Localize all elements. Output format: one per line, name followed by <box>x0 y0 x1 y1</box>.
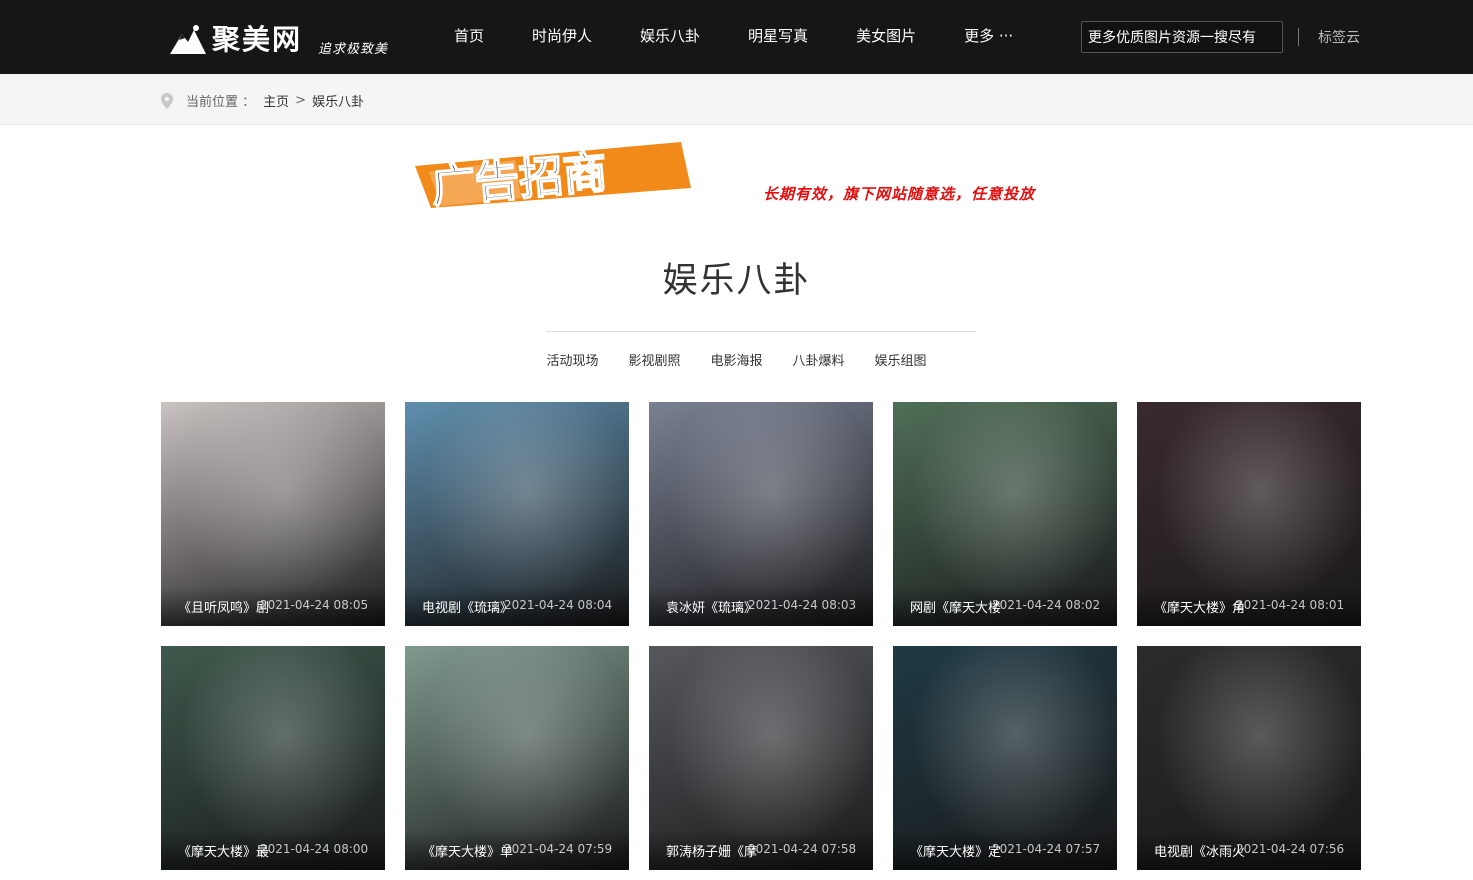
title-divider <box>546 331 976 332</box>
nav-item-beauty-pictures[interactable]: 美女图片 <box>832 0 940 74</box>
site-logo[interactable]: 聚美网 追求极致美 <box>168 18 396 60</box>
mountain-logo-icon <box>170 25 206 54</box>
ad-banner[interactable]: 广告招商 长期有效，旗下网站随意选，任意投放 <box>405 128 1115 220</box>
logo-text: 聚美网 <box>212 23 303 56</box>
ad-headline-text: 广告招商 <box>429 147 609 208</box>
logo-tagline: 追求极致美 <box>318 42 389 57</box>
breadcrumb: 当前位置 ： 主页 > 娱乐八卦 <box>160 91 364 110</box>
top-navigation-bar: 聚美网 追求极致美 首页 时尚伊人 娱乐八卦 明星写真 美女图片 更多 ··· … <box>0 0 1473 74</box>
subcategory-entertainment-sets[interactable]: 娱乐组图 <box>875 350 927 369</box>
card-date: 2021-04-24 08:04 <box>504 598 613 612</box>
search-box <box>1081 21 1283 53</box>
card-title: 电视剧《冰雨火 <box>1154 845 1246 860</box>
breadcrumb-label: 当前位置 ： <box>186 95 256 110</box>
search-input[interactable] <box>1082 22 1282 52</box>
card-title: 郭涛杨子姗《摩 <box>666 845 758 860</box>
image-card[interactable]: 郭涛杨子姗《摩 2021-04-24 07:58 <box>649 646 873 870</box>
card-date: 2021-04-24 08:05 <box>260 598 369 612</box>
card-date: 2021-04-24 07:59 <box>504 842 613 856</box>
nav-item-fashion[interactable]: 时尚伊人 <box>508 0 616 74</box>
main-nav: 首页 时尚伊人 娱乐八卦 明星写真 美女图片 更多 ··· <box>430 0 1037 74</box>
breadcrumb-current[interactable]: 娱乐八卦 <box>312 91 364 110</box>
card-title: 《且听凤鸣》剧 <box>178 601 270 616</box>
subcategory-tabs: 活动现场 影视剧照 电影海报 八卦爆料 娱乐组图 <box>0 350 1473 369</box>
breadcrumb-home-link[interactable]: 主页 <box>263 91 289 110</box>
card-title: 《摩天大楼》角 <box>1154 601 1246 616</box>
nav-item-home[interactable]: 首页 <box>430 0 508 74</box>
breadcrumb-separator: > <box>295 93 307 108</box>
card-date: 2021-04-24 08:03 <box>748 598 857 612</box>
page-title: 娱乐八卦 <box>662 261 811 301</box>
tag-cloud-link[interactable]: 标签云 <box>1318 27 1360 47</box>
image-card[interactable]: 《且听凤鸣》剧 2021-04-24 08:05 <box>161 402 385 626</box>
card-title: 《摩天大楼》定 <box>910 845 1002 860</box>
ad-headline-graphic: 广告招商 <box>415 142 691 208</box>
subcategory-drama-stills[interactable]: 影视剧照 <box>628 350 680 369</box>
card-date: 2021-04-24 07:57 <box>992 842 1101 856</box>
ad-slogan: 长期有效，旗下网站随意选，任意投放 <box>763 185 1036 203</box>
card-date: 2021-04-24 07:56 <box>1236 842 1345 856</box>
image-card[interactable]: 《摩天大楼》定 2021-04-24 07:57 <box>893 646 1117 870</box>
image-card[interactable]: 《摩天大楼》单 2021-04-24 07:59 <box>405 646 629 870</box>
subcategory-event-scene[interactable]: 活动现场 <box>546 350 598 369</box>
subcategory-movie-posters[interactable]: 电影海报 <box>710 350 762 369</box>
image-card[interactable]: 网剧《摩天大楼 2021-04-24 08:02 <box>893 402 1117 626</box>
card-date: 2021-04-24 08:01 <box>1236 598 1345 612</box>
header-divider <box>1298 28 1299 46</box>
card-title: 《摩天大楼》单 <box>422 845 514 860</box>
subcategory-gossip[interactable]: 八卦爆料 <box>793 350 845 369</box>
card-date: 2021-04-24 07:58 <box>748 842 857 856</box>
location-pin-icon <box>161 92 173 109</box>
image-card[interactable]: 电视剧《冰雨火 2021-04-24 07:56 <box>1137 646 1361 870</box>
image-card[interactable]: 《摩天大楼》最 2021-04-24 08:00 <box>161 646 385 870</box>
breadcrumb-bar: 当前位置 ： 主页 > 娱乐八卦 <box>0 74 1473 125</box>
card-date: 2021-04-24 08:02 <box>992 598 1101 612</box>
nav-item-star-photos[interactable]: 明星写真 <box>724 0 832 74</box>
card-title: 网剧《摩天大楼 <box>910 601 1002 616</box>
nav-item-entertainment[interactable]: 娱乐八卦 <box>616 0 724 74</box>
card-date: 2021-04-24 08:00 <box>260 842 369 856</box>
card-title: 袁冰妍《琉璃》 <box>666 601 758 616</box>
image-card[interactable]: 电视剧《琉璃》 2021-04-24 08:04 <box>405 402 629 626</box>
card-title: 《摩天大楼》最 <box>178 845 270 860</box>
card-title: 电视剧《琉璃》 <box>422 601 514 616</box>
image-card[interactable]: 袁冰妍《琉璃》 2021-04-24 08:03 <box>649 402 873 626</box>
nav-item-more[interactable]: 更多 ··· <box>940 0 1037 74</box>
image-card[interactable]: 《摩天大楼》角 2021-04-24 08:01 <box>1137 402 1361 626</box>
